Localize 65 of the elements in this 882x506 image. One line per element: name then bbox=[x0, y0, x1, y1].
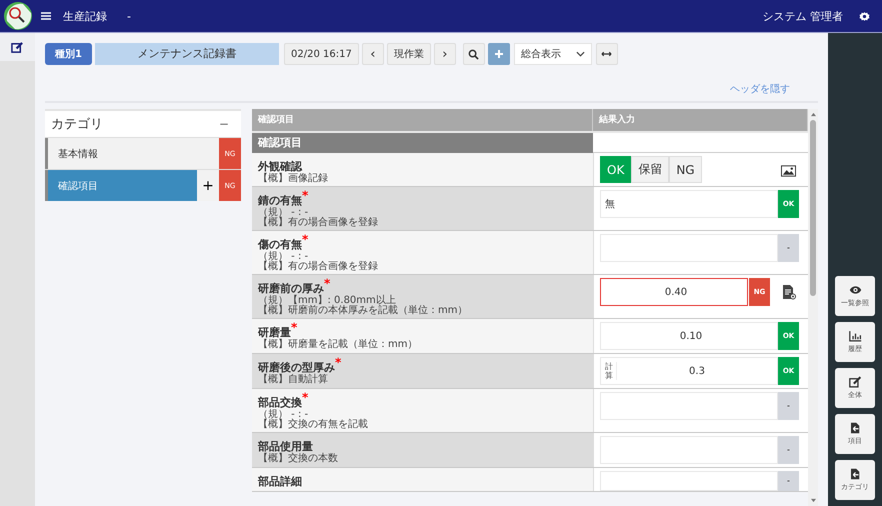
type-button[interactable]: 種別1 bbox=[45, 43, 92, 65]
scroll-down-icon bbox=[810, 498, 816, 503]
edit-tab[interactable] bbox=[0, 33, 35, 61]
logo-icon bbox=[3, 1, 33, 31]
item-note: 【概】有の場合画像を登録 bbox=[258, 218, 379, 228]
value-field[interactable] bbox=[600, 234, 778, 262]
column-header: 結果入力 bbox=[593, 109, 808, 131]
search-button[interactable] bbox=[462, 43, 485, 65]
search-icon bbox=[468, 48, 480, 60]
value-field[interactable] bbox=[600, 436, 778, 464]
value-field[interactable]: 無 bbox=[600, 190, 778, 218]
category-item[interactable]: 確認項目 bbox=[45, 170, 197, 201]
calc-label: 計算 bbox=[605, 362, 617, 380]
value-field[interactable]: 0.10 bbox=[600, 322, 778, 350]
item-note: 【概】有の場合画像を登録 bbox=[258, 262, 379, 272]
settings-icon[interactable] bbox=[859, 10, 870, 22]
item-note: 【概】交換の有無を記載 bbox=[258, 420, 369, 430]
menu-icon[interactable] bbox=[41, 12, 51, 20]
document-view-icon[interactable] bbox=[782, 284, 796, 300]
view-select[interactable]: 総合表示 bbox=[514, 43, 592, 65]
item-note: 【概】画像記録 bbox=[258, 174, 329, 184]
document-title: メンテナンス記録書 bbox=[95, 43, 279, 65]
plus-icon bbox=[494, 49, 504, 59]
add-item-button[interactable]: + bbox=[197, 170, 219, 201]
choice-button[interactable]: NG bbox=[669, 156, 702, 183]
item-note: 【概】自動計算 bbox=[258, 375, 329, 385]
item-note: （規） - : - bbox=[258, 252, 308, 262]
item-name: 部品詳細 bbox=[258, 475, 302, 489]
file-arrow-icon bbox=[848, 422, 862, 434]
value-field[interactable] bbox=[600, 392, 778, 420]
category-title: カテゴリ bbox=[51, 116, 103, 133]
item-note: 【概】交換の本数 bbox=[258, 454, 339, 464]
item-note: （規） - : - bbox=[258, 410, 310, 420]
expand-width-button[interactable] bbox=[596, 43, 618, 65]
section-header: 確認項目 bbox=[252, 133, 593, 153]
scroll-up-icon bbox=[810, 112, 816, 117]
item-note: 【概】研磨前の本体厚みを記載（単位：mm） bbox=[258, 306, 468, 316]
category-item[interactable]: 基本情報 bbox=[45, 138, 219, 169]
edit-icon bbox=[11, 40, 24, 54]
item-note: （規） - : - bbox=[258, 208, 308, 218]
next-button[interactable]: › bbox=[434, 43, 456, 65]
user-name: システム 管理者 bbox=[762, 8, 843, 24]
bar-chart-icon bbox=[848, 330, 862, 342]
item-name: 外観確認 bbox=[258, 160, 302, 173]
datetime-button[interactable]: 02/20 16:17 bbox=[284, 43, 359, 65]
value-field[interactable]: 0.40 bbox=[600, 278, 748, 306]
item-note: 【概】研磨量を記載（単位：mm） bbox=[258, 340, 418, 350]
column-header: 確認項目 bbox=[252, 109, 593, 131]
double-arrow-icon bbox=[601, 51, 612, 57]
item-name: 部品使用量 bbox=[258, 440, 313, 453]
choice-button[interactable]: 保留 bbox=[631, 156, 670, 183]
image-icon[interactable] bbox=[781, 165, 796, 177]
previous-button[interactable]: ‹ bbox=[362, 43, 384, 65]
collapse-button[interactable]: − bbox=[212, 116, 235, 132]
file-arrow-icon bbox=[848, 468, 862, 480]
page-subtitle: - bbox=[127, 10, 131, 22]
app-title: 生産記録 bbox=[63, 8, 107, 24]
eye-icon bbox=[848, 284, 862, 296]
edit-icon bbox=[848, 376, 862, 388]
value-field[interactable] bbox=[600, 471, 778, 491]
value-field[interactable]: 計算 0.3 bbox=[600, 357, 778, 385]
scrollbar[interactable] bbox=[808, 109, 818, 506]
current-work-button[interactable]: 現作業 bbox=[386, 43, 431, 65]
chevron-down-icon bbox=[576, 51, 585, 57]
item-note: （規）【mm】: 0.80mm以上 bbox=[258, 296, 396, 306]
